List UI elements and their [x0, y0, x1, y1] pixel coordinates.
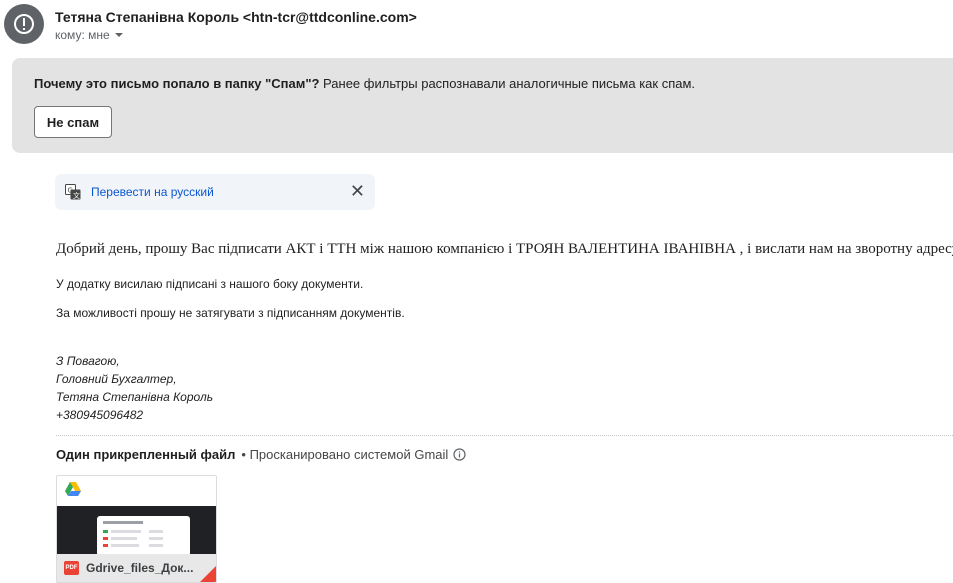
caret-down-icon[interactable] [114, 30, 124, 40]
attachment-preview [57, 476, 216, 506]
pdf-icon: PDF [64, 561, 79, 575]
signature-line: Тетяна Степанівна Король [56, 390, 214, 404]
spam-question: Почему это письмо попало в папку "Спам"? [34, 76, 320, 91]
translate-bar: G 文 Перевести на русский ✕ [55, 174, 375, 210]
close-icon[interactable]: ✕ [350, 181, 365, 201]
signature: З Повагою, Головний Бухгалтер, Тетяна Ст… [56, 352, 213, 424]
email-body-line: Добрий день, прошу Вас підписати АКТ і Т… [56, 241, 953, 257]
svg-text:文: 文 [73, 191, 80, 200]
spam-explanation: Ранее фильтры распознавали аналогичные п… [319, 76, 696, 91]
not-spam-button[interactable]: Не спам [34, 106, 112, 138]
recipient-details[interactable]: кому: мне [55, 28, 124, 42]
attachment-preview-doc [97, 516, 190, 556]
info-icon[interactable] [453, 448, 466, 461]
signature-line: З Повагою, [56, 354, 120, 368]
google-drive-icon [65, 482, 81, 496]
signature-line: +380945096482 [56, 408, 144, 422]
attachments-header: Один прикрепленный файл • Просканировано… [56, 447, 466, 462]
email-body-line: За можливості прошу не затягувати з підп… [56, 306, 405, 320]
attachment-footer: PDF Gdrive_files_Док... [57, 554, 216, 582]
translate-link[interactable]: Перевести на русский [91, 185, 214, 199]
attachment-file-name: Gdrive_files_Док... [86, 561, 194, 575]
pdf-corner-icon [200, 564, 216, 582]
email-body-line: У додатку висилаю підписані з нашого бок… [56, 277, 364, 291]
translate-icon: G 文 [65, 184, 81, 200]
attachment-card[interactable]: PDF Gdrive_files_Док... [56, 475, 217, 583]
spam-notice: Почему это письмо попало в папку "Спам"?… [12, 58, 953, 153]
warning-icon [14, 14, 34, 34]
sender-name[interactable]: Тетяна Степанівна Король <htn-tcr@ttdcon… [55, 9, 417, 25]
recipient-label: кому: мне [55, 28, 110, 42]
sender-avatar[interactable] [4, 4, 44, 44]
divider [56, 435, 953, 436]
scanned-label: • Просканировано системой Gmail [241, 447, 449, 462]
signature-line: Головний Бухгалтер, [56, 372, 177, 386]
spam-notice-text: Почему это письмо попало в папку "Спам"?… [34, 76, 695, 91]
attachments-count: Один прикрепленный файл [56, 447, 236, 462]
